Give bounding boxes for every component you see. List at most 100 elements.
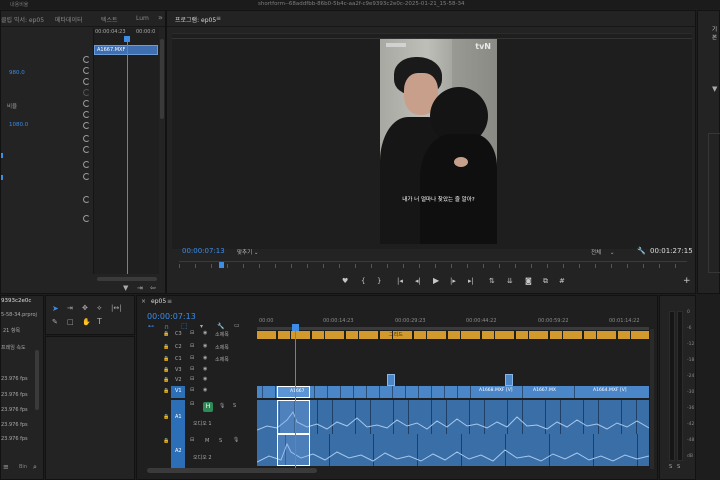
menu-item-aspect[interactable]: 내용비율 [10, 1, 28, 8]
ripple-edit-icon[interactable]: ✥ [82, 304, 88, 312]
a1-audio-track[interactable] [257, 400, 649, 434]
add-button-icon[interactable]: + [683, 276, 691, 286]
track-eye-icon[interactable]: ◉ [203, 343, 207, 349]
track-sync-icon[interactable]: ⊟ [190, 401, 194, 407]
lock-icon[interactable]: 🔒 [163, 414, 169, 420]
v2-clip[interactable] [387, 374, 395, 386]
timeline-tab[interactable]: ep05 [151, 298, 166, 305]
mic-icon[interactable]: 🎙 [233, 437, 239, 443]
reset-icon[interactable] [83, 196, 90, 203]
position-value[interactable]: 980.0 [9, 70, 25, 76]
effect-scrollbar[interactable] [160, 39, 164, 119]
work-area-bar[interactable] [257, 327, 649, 330]
reset-icon[interactable] [83, 56, 90, 63]
program-current-tc[interactable]: 00:00:07:13 [182, 247, 225, 255]
a2-audio-track[interactable] [257, 434, 649, 466]
reset-icon[interactable] [83, 215, 90, 222]
quality-dropdown[interactable]: 전체 ⌄ [591, 248, 614, 256]
timeline-close-icon[interactable]: × [141, 298, 146, 305]
fps-item[interactable]: 23.976 fps [1, 436, 28, 442]
export-icon[interactable]: ⇥ [137, 284, 143, 292]
reset-icon[interactable] [83, 67, 90, 74]
meter-solo-left[interactable]: S [669, 464, 672, 470]
razor-icon[interactable]: ⟡ [97, 304, 102, 313]
effect-hscroll[interactable] [97, 277, 157, 281]
mini-playhead-head[interactable] [124, 36, 130, 42]
track-eye-icon[interactable]: ◉ [203, 330, 207, 336]
pen-icon[interactable]: ✎ [52, 318, 58, 326]
list-view-icon[interactable]: ≡ [3, 463, 9, 471]
tab-program[interactable]: 프로그램: ep05 [175, 15, 216, 24]
v1-clip[interactable]: A1667.MX [529, 386, 569, 398]
tab-clip-mixer[interactable]: 클립 믹서: ep05 [1, 15, 44, 24]
mark-out-icon[interactable]: } [377, 277, 381, 285]
track-eye-icon[interactable]: ◉ [203, 366, 207, 372]
tab-metadata[interactable]: 메타데이터 [55, 15, 83, 24]
project-scrollbar[interactable] [35, 350, 39, 410]
timeline-hscroll[interactable] [147, 468, 317, 473]
fps-item[interactable]: 23.976 fps [1, 422, 28, 428]
mini-clip-bar[interactable]: A1667.MXF [94, 45, 158, 55]
camera-icon[interactable]: ◙ [525, 277, 532, 285]
track-sync-icon[interactable]: ⊟ [190, 387, 194, 393]
lock-icon[interactable]: 🔒 [163, 344, 169, 350]
reset-icon[interactable] [83, 100, 90, 107]
lock-icon[interactable]: 🔒 [163, 367, 169, 373]
reset-icon[interactable] [83, 111, 90, 118]
lock-icon[interactable]: 🔒 [163, 438, 169, 444]
timeline-playhead[interactable] [295, 325, 296, 473]
a1-selected-clip[interactable] [277, 400, 310, 434]
wrench-icon[interactable]: 🔧 [637, 247, 646, 255]
track-eye-icon[interactable]: ◉ [203, 376, 207, 382]
track-sync-icon[interactable]: ⊟ [190, 355, 194, 361]
selection-tool-icon[interactable]: ➤ [52, 304, 59, 313]
track-eye-icon[interactable]: ◉ [203, 387, 207, 393]
track-sync-icon[interactable]: ⊟ [190, 376, 194, 382]
solo-label[interactable]: S [219, 438, 222, 444]
captions-icon[interactable]: ▭ [234, 322, 240, 329]
step-forward-icon[interactable]: |▸ [450, 277, 456, 285]
track-select-icon[interactable]: ⇥ [67, 304, 73, 312]
fit-dropdown[interactable]: 맞추기 ⌄ [237, 248, 259, 256]
scale-value[interactable]: 1080.0 [9, 122, 28, 128]
lock-icon[interactable]: 🔒 [163, 377, 169, 383]
mute-button[interactable]: H [203, 402, 213, 412]
mute-label[interactable]: M [205, 438, 209, 444]
filter-icon[interactable]: ▼ [123, 284, 128, 292]
track-sync-icon[interactable]: ⊟ [190, 343, 194, 349]
search-icon[interactable]: ⌕ [33, 463, 37, 472]
step-back-icon[interactable]: ◂| [415, 277, 421, 285]
mark-in-icon[interactable]: { [361, 277, 365, 285]
extract-icon[interactable]: ⇊ [507, 277, 513, 285]
reset-icon[interactable] [83, 89, 90, 96]
tab-lumetri[interactable]: Lum [136, 15, 149, 22]
caption-track-bar[interactable]: 그리드 [257, 331, 649, 339]
v1-clip[interactable]: A1668.MXF [V] [475, 386, 515, 398]
go-to-in-icon[interactable]: |◂ [397, 277, 403, 285]
mic-icon[interactable]: 🎙 [219, 403, 225, 409]
timeline-menu-icon[interactable]: ≡ [167, 298, 172, 305]
toggle-icon[interactable]: ⇦ [150, 284, 156, 292]
scrubber-playhead[interactable] [219, 262, 224, 268]
track-sync-icon[interactable]: ⊟ [190, 330, 194, 336]
reset-icon[interactable] [83, 135, 90, 142]
fps-item[interactable]: 23.976 fps [1, 407, 28, 413]
v2-clip[interactable] [505, 374, 513, 386]
v1-clip[interactable]: A1664.MXF [V] [587, 386, 647, 398]
track-sync-icon[interactable]: ⊟ [190, 366, 194, 372]
timeline-current-tc[interactable]: 00:00:07:13 [147, 312, 196, 321]
hand-icon[interactable]: ✋ [82, 318, 91, 326]
timeline-vscroll[interactable] [650, 329, 654, 469]
go-to-out-icon[interactable]: ▸| [468, 277, 474, 285]
lock-icon[interactable]: 🔒 [163, 388, 169, 394]
meter-solo-right[interactable]: S [677, 464, 680, 470]
fps-item[interactable]: 23.976 fps [1, 376, 28, 382]
rectangle-icon[interactable]: □ [67, 318, 74, 326]
reset-icon[interactable] [83, 146, 90, 153]
filter-funnel-icon[interactable]: ▼ [712, 85, 717, 93]
tab-text[interactable]: 텍스트 [101, 15, 118, 24]
a2-selected-clip[interactable] [277, 434, 310, 466]
reset-icon[interactable] [83, 161, 90, 168]
fps-item[interactable]: 23.976 fps [1, 392, 28, 398]
timeline-playhead-head[interactable] [292, 324, 299, 331]
